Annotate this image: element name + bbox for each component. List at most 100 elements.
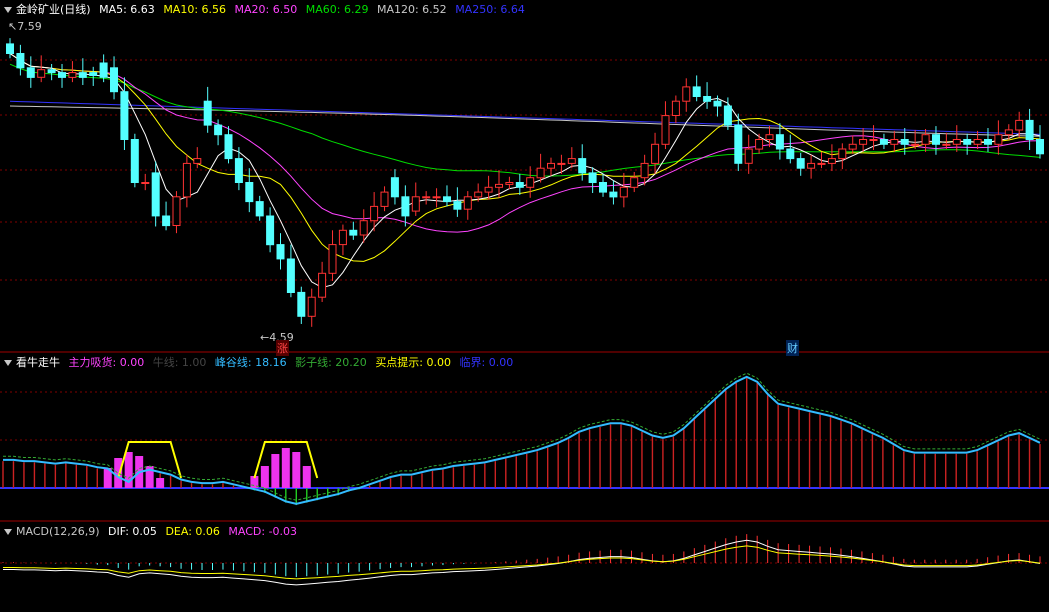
candle-body (1004, 129, 1013, 136)
legend-linjie: 临界: 0.00 (459, 356, 514, 369)
indicator-legend: 看牛走牛 主力吸货: 0.00 牛线: 1.00 峰谷线: 18.16 影子线:… (4, 355, 518, 371)
candle-body (973, 139, 982, 145)
candle-body (515, 182, 524, 188)
moving-average-lines (9, 53, 1041, 289)
candle-body (723, 105, 732, 126)
candle-body (682, 86, 691, 102)
legend-ma5: MA5: 6.63 (99, 3, 155, 16)
candle-body (547, 162, 555, 169)
candle-body (463, 196, 472, 210)
candle-body (713, 100, 722, 107)
candle-body (297, 291, 306, 317)
candle-body (203, 100, 212, 126)
candle-body (932, 134, 940, 145)
candle-body (1025, 119, 1034, 141)
candle-body (567, 158, 576, 164)
candle-body (453, 201, 462, 210)
candle-body (838, 148, 847, 160)
candle-body (193, 158, 202, 164)
main-force-bar (302, 466, 311, 488)
candle-body (557, 162, 566, 165)
candle-body (370, 205, 379, 222)
candle-body (984, 139, 992, 145)
candle-body (484, 186, 493, 193)
legend-yingzi: 影子线: 20.20 (295, 356, 367, 369)
main-force-bar (114, 458, 123, 488)
zhang-marker[interactable]: 涨 (276, 340, 289, 356)
candle-body (401, 196, 410, 217)
candle-body (214, 124, 223, 136)
candle-body (744, 148, 753, 164)
candle-body (6, 43, 14, 55)
collapse-triangle-icon[interactable] (4, 360, 12, 366)
candle-body (307, 296, 316, 317)
candle-body (879, 139, 888, 145)
candle-body (338, 229, 347, 246)
candle-body (1036, 139, 1044, 155)
candle-body (162, 215, 171, 227)
candle-body (526, 177, 535, 188)
chart-canvas[interactable] (0, 0, 1049, 612)
legend-ma250: MA250: 6.64 (455, 3, 525, 16)
candle-body (359, 220, 368, 236)
candle-body (110, 67, 118, 93)
main-force-bar (156, 478, 165, 488)
candle-body (692, 86, 701, 98)
legend-dea: DEA: 0.06 (165, 525, 220, 538)
candle-body (474, 191, 483, 198)
legend-ma20: MA20: 6.50 (234, 3, 298, 16)
candle-body (963, 139, 972, 145)
candle-body (848, 143, 857, 150)
candle-body (443, 196, 451, 203)
candle-body (390, 177, 399, 198)
indicator-panel-plot (0, 372, 1049, 506)
candle-body (318, 272, 327, 298)
candle-body (1015, 119, 1024, 131)
candle-body (422, 196, 431, 199)
macd-legend: MACD(12,26,9) DIF: 0.05 DEA: 0.06 MACD: … (4, 524, 302, 540)
ma10-line (9, 53, 1041, 262)
candle-body (245, 182, 254, 203)
candle-body (661, 115, 670, 145)
candle-body (68, 72, 77, 78)
candle-body (286, 258, 295, 293)
candle-body (58, 72, 66, 78)
candle-body (255, 201, 264, 217)
candle-body (276, 244, 285, 260)
candle-body (588, 172, 597, 183)
macd-title: MACD(12,26,9) (16, 525, 100, 538)
candle-body (349, 229, 358, 236)
candle-body (827, 158, 836, 164)
candle-body (911, 143, 920, 146)
legend-zhuli: 主力吸货: 0.00 (68, 356, 145, 369)
candle-body (182, 162, 191, 198)
candle-body (411, 196, 420, 212)
candle-body (578, 158, 587, 174)
candle-body (859, 139, 868, 145)
candle-body (869, 139, 878, 141)
candle-body (380, 191, 389, 207)
main-force-bar (260, 466, 269, 488)
candle-body (755, 139, 764, 150)
candle-body (47, 69, 56, 74)
main-title: 金岭矿业(日线) (16, 3, 91, 16)
candle-body (703, 96, 712, 102)
candle-body (796, 158, 805, 169)
legend-ma10: MA10: 6.56 (163, 3, 227, 16)
candle-body (994, 134, 1003, 145)
candle-body (172, 196, 181, 227)
collapse-triangle-icon[interactable] (4, 7, 12, 13)
ma250-line (9, 100, 1041, 135)
legend-ma120: MA120: 6.52 (376, 3, 447, 16)
candle-body (890, 139, 899, 145)
high-price-label: ↖7.59 (8, 20, 42, 33)
candle-body (651, 143, 660, 164)
legend-macd: MACD: -0.03 (228, 525, 298, 538)
candle-body (130, 139, 139, 183)
candle-body (671, 100, 680, 116)
candle-body (99, 62, 108, 78)
collapse-triangle-icon[interactable] (4, 529, 12, 535)
cai-marker[interactable]: 财 (786, 340, 799, 356)
ma5-line (9, 53, 1041, 289)
legend-ma60: MA60: 6.29 (305, 3, 369, 16)
